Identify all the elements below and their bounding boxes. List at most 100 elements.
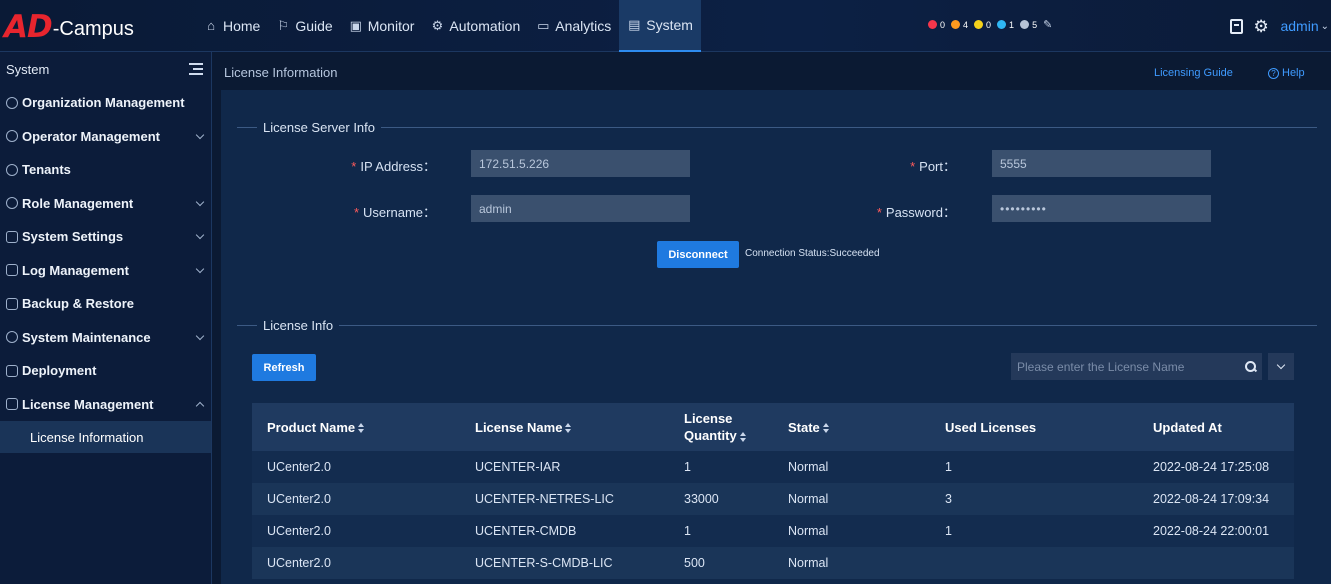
tenant-icon <box>6 163 18 176</box>
sidebar-header: System <box>0 52 211 86</box>
maintenance-icon <box>6 331 18 344</box>
ip-address-input[interactable] <box>471 150 690 177</box>
state-cell: Normal <box>773 451 930 483</box>
connection-status: Connection Status:Succeeded <box>745 248 880 259</box>
license-quantity-cell: 1 <box>669 515 773 547</box>
alarm-summary[interactable]: 0 4 0 1 5 ✎ <box>928 18 1052 31</box>
help-link[interactable]: ? Help <box>1268 67 1305 79</box>
help-label: Help <box>1282 67 1305 79</box>
sidebar-item-backup-restore[interactable]: Backup & Restore <box>0 287 211 321</box>
deployment-icon <box>6 364 18 377</box>
username-input[interactable] <box>471 195 690 222</box>
sidebar-item-label: License Management <box>22 396 154 412</box>
port-label: * Port： <box>910 159 956 174</box>
sidebar-item-label: Organization Management <box>22 95 185 111</box>
column-license-name[interactable]: License Name <box>460 403 669 451</box>
nav-system-label: System <box>646 17 693 33</box>
license-name-search-input[interactable] <box>1011 353 1240 380</box>
warning-alarm-dot <box>997 20 1007 29</box>
logo: AD -Campus <box>4 9 134 45</box>
refresh-button[interactable]: Refresh <box>252 354 316 381</box>
license-name-cell: UCENTER-NETRES-LIC <box>460 483 669 515</box>
state-cell: Normal <box>773 483 930 515</box>
user-name: admin <box>1280 18 1319 34</box>
updated-at-cell: 2022-08-24 17:09:34 <box>1138 483 1294 515</box>
sidebar-item-license-management[interactable]: License Management <box>0 388 211 422</box>
licensing-guide-link[interactable]: Licensing Guide <box>1154 67 1233 79</box>
gear-icon[interactable]: ⚙ <box>1253 18 1270 35</box>
signpost-icon: ⚐ <box>277 18 290 33</box>
nav-home[interactable]: ⌂ Home <box>196 0 268 52</box>
user-menu[interactable]: admin ⌄ <box>1280 18 1329 34</box>
sidebar-item-deployment[interactable]: Deployment <box>0 354 211 388</box>
settings-icon <box>6 230 18 243</box>
state-cell: Normal <box>773 547 930 579</box>
organization-icon <box>6 96 18 109</box>
nav-automation-label: Automation <box>449 18 521 34</box>
table-header-row: Product Name License Name License Quanti… <box>252 403 1294 451</box>
sidebar-item-tenants[interactable]: Tenants <box>0 153 211 187</box>
state-cell: Normal <box>773 515 930 547</box>
sidebar-item-operator-management[interactable]: Operator Management <box>0 120 211 154</box>
table-row[interactable]: UCenter2.0 UCENTER-CMDB 1 Normal 1 2022-… <box>252 515 1294 547</box>
critical-alarm-dot <box>928 20 937 29</box>
nav-guide[interactable]: ⚐ Guide <box>268 0 340 52</box>
nav-automation[interactable]: ⚙ Automation <box>422 0 528 52</box>
license-table: Product Name License Name License Quanti… <box>252 403 1294 579</box>
column-used-licenses: Used Licenses <box>930 403 1138 451</box>
password-input[interactable] <box>992 195 1211 222</box>
product-name-cell: UCenter2.0 <box>252 483 460 515</box>
top-bar: AD -Campus ⌂ Home ⚐ Guide ▣ Monitor ⚙ Au… <box>0 0 1331 52</box>
table-row[interactable]: UCenter2.0 UCENTER-NETRES-LIC 33000 Norm… <box>252 483 1294 515</box>
sidebar-item-system-settings[interactable]: System Settings <box>0 220 211 254</box>
column-state[interactable]: State <box>773 403 930 451</box>
document-icon[interactable] <box>1230 18 1244 34</box>
used-licenses-cell: 1 <box>930 515 1138 547</box>
sidebar-item-organization-management[interactable]: Organization Management <box>0 86 211 120</box>
sidebar-item-log-management[interactable]: Log Management <box>0 254 211 288</box>
column-product-name[interactable]: Product Name <box>252 403 460 451</box>
chevron-down-icon <box>195 130 205 139</box>
sort-icon <box>822 423 830 434</box>
nav-system[interactable]: ▤ System <box>619 0 701 52</box>
info-alarm-count: 5 <box>1032 19 1038 30</box>
minor-alarm-count: 0 <box>986 19 992 30</box>
sidebar-item-label: Role Management <box>22 195 134 211</box>
table-row[interactable]: UCenter2.0 UCENTER-S-CMDB-LIC 500 Normal <box>252 547 1294 579</box>
sidebar-item-label: Backup & Restore <box>22 296 134 312</box>
username-label: * Username： <box>353 205 436 220</box>
sidebar-item-label: System Settings <box>22 229 124 245</box>
updated-at-cell: 2022-08-24 17:25:08 <box>1138 451 1294 483</box>
minor-alarm-dot <box>974 20 984 29</box>
license-section-label: License Info <box>263 317 334 333</box>
logo-mark: AD <box>4 9 53 45</box>
server-section-title: License Server Info <box>237 119 1317 135</box>
nav-monitor[interactable]: ▣ Monitor <box>341 0 423 52</box>
page-header: License Information Licensing Guide ? He… <box>212 52 1331 92</box>
nav-analytics[interactable]: ▭ Analytics <box>528 0 619 52</box>
advanced-search-toggle[interactable] <box>1268 353 1294 380</box>
nav-guide-label: Guide <box>295 18 333 34</box>
critical-alarm-count: 0 <box>940 19 946 30</box>
chevron-down-icon: ⌄ <box>1320 20 1329 32</box>
sidebar-subitem-license-information[interactable]: License Information <box>0 421 211 453</box>
monitor-icon: ▣ <box>349 18 362 33</box>
disconnect-button[interactable]: Disconnect <box>657 241 739 268</box>
table-row[interactable]: UCenter2.0 UCENTER-IAR 1 Normal 1 2022-0… <box>252 451 1294 483</box>
chevron-down-icon <box>195 331 205 340</box>
sidebar-item-role-management[interactable]: Role Management <box>0 187 211 221</box>
port-input[interactable] <box>992 150 1211 177</box>
sidebar: System Organization Management Operator … <box>0 52 212 584</box>
license-name-cell: UCENTER-IAR <box>460 451 669 483</box>
used-licenses-cell: 3 <box>930 483 1138 515</box>
product-name-cell: UCenter2.0 <box>252 451 460 483</box>
page-title: License Information <box>224 64 338 80</box>
search-icon[interactable] <box>1240 353 1262 380</box>
column-license-quantity[interactable]: License Quantity <box>669 403 773 451</box>
license-quantity-cell: 33000 <box>669 483 773 515</box>
logo-text: -Campus <box>52 18 134 40</box>
info-alarm-dot <box>1020 20 1030 29</box>
collapse-menu-icon[interactable] <box>189 63 203 75</box>
updated-at-cell: 2022-08-24 22:00:01 <box>1138 515 1294 547</box>
sidebar-item-system-maintenance[interactable]: System Maintenance <box>0 321 211 355</box>
